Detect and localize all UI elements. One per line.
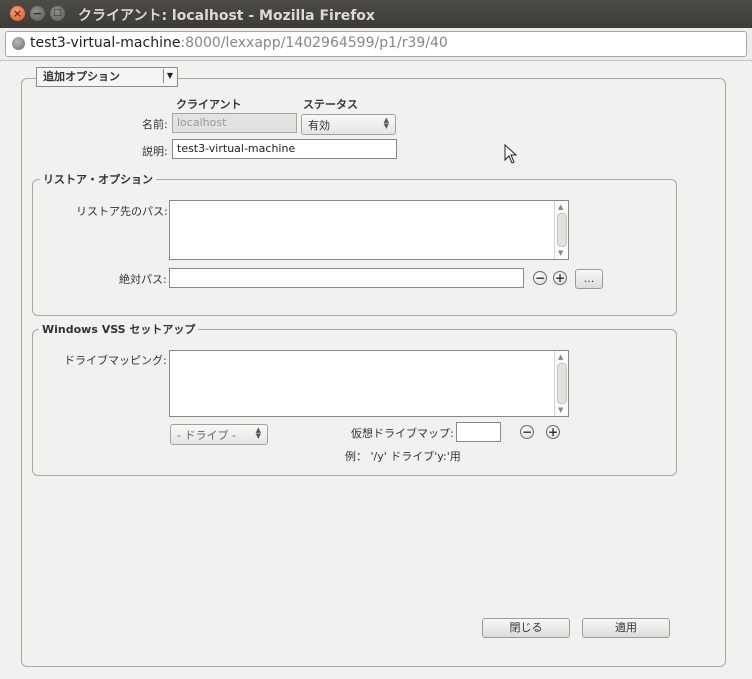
description-label: 説明: [142, 145, 168, 158]
window-titlebar: × − □ クライアント: localhost - Mozilla Firefo… [0, 0, 752, 28]
drive-select[interactable]: - ドライブ - ▲ ▼ [170, 424, 268, 445]
description-field[interactable]: test3-virtual-machine [172, 139, 397, 159]
scroll-thumb[interactable] [557, 363, 567, 404]
navigation-toolbar: test3-virtual-machine:8000/lexxapp/14029… [0, 28, 752, 61]
drive-mapping-label: ドライブマッピング: [64, 354, 167, 367]
browse-button[interactable]: ... [575, 269, 603, 289]
scroll-thumb[interactable] [557, 213, 567, 247]
globe-icon [12, 37, 25, 50]
options-dropdown[interactable]: 追加オプション ▼ [36, 67, 178, 87]
vss-setup-title: Windows VSS セットアップ [39, 321, 199, 337]
scroll-up-icon[interactable]: ▲ [558, 203, 563, 211]
minus-icon: − [534, 271, 546, 285]
updown-arrow-icon: ▲ ▼ [383, 116, 389, 130]
status-select[interactable]: 有効 ▲ ▼ [301, 114, 396, 135]
virtual-drive-map-input[interactable] [456, 422, 501, 442]
status-select-value: 有効 [308, 119, 330, 132]
minus-icon: − [521, 425, 533, 439]
add-mapping-button[interactable]: + [546, 425, 560, 439]
drive-mapping-scrollbar[interactable]: ▲ ▼ [554, 351, 568, 416]
dropdown-arrow-icon: ▼ [163, 69, 176, 83]
updown-arrow-icon: ▲ ▼ [255, 426, 261, 440]
remove-mapping-button[interactable]: − [520, 425, 534, 439]
close-button[interactable]: 閉じる [482, 618, 570, 638]
window-close-button[interactable]: × [10, 6, 25, 21]
url-path: :8000/lexxapp/1402964599/p1/r39/40 [180, 35, 448, 51]
restore-path-textarea[interactable]: ▲ ▼ [169, 200, 569, 260]
window-maximize-button[interactable]: □ [50, 6, 65, 21]
options-dropdown-value: 追加オプション [43, 70, 120, 83]
name-field: localhost [172, 113, 297, 133]
mouse-cursor-icon [504, 144, 518, 164]
restore-options-title: リストア・オプション [40, 171, 156, 187]
scroll-down-icon[interactable]: ▼ [558, 406, 563, 414]
window-minimize-button[interactable]: − [30, 6, 45, 21]
absolute-path-label: 絶対パス: [119, 273, 167, 286]
restore-path-scrollbar[interactable]: ▲ ▼ [554, 201, 568, 259]
address-bar[interactable]: test3-virtual-machine:8000/lexxapp/14029… [5, 31, 747, 57]
remove-path-button[interactable]: − [533, 271, 547, 285]
plus-icon: + [547, 425, 559, 439]
drive-select-value: - ドライブ - [177, 429, 236, 442]
url-host: test3-virtual-machine [30, 35, 181, 51]
name-label: 名前: [142, 118, 168, 131]
scroll-up-icon[interactable]: ▲ [558, 353, 563, 361]
plus-icon: + [554, 271, 566, 285]
drive-example-text: 例： '/y' ドライブ'y:'用 [345, 450, 461, 463]
restore-path-label: リストア先のパス: [76, 205, 168, 218]
absolute-path-input[interactable] [169, 268, 524, 288]
client-column-header: クライアント [176, 98, 242, 111]
scroll-down-icon[interactable]: ▼ [558, 249, 563, 257]
virtual-drive-map-label: 仮想ドライブマップ: [351, 427, 454, 440]
window-title: クライアント: localhost - Mozilla Firefox [78, 8, 375, 24]
apply-button[interactable]: 適用 [582, 618, 670, 638]
status-column-header: ステータス [303, 98, 358, 111]
add-path-button[interactable]: + [553, 271, 567, 285]
drive-mapping-textarea[interactable]: ▲ ▼ [169, 350, 569, 417]
address-url[interactable]: test3-virtual-machine:8000/lexxapp/14029… [30, 35, 448, 51]
